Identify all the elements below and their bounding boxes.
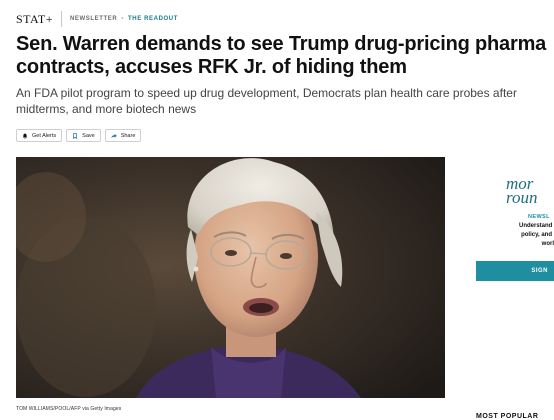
- bell-icon: [22, 133, 28, 139]
- share-button[interactable]: Share: [104, 129, 142, 142]
- share-label: Share: [120, 132, 136, 139]
- kicker-separator: •: [121, 16, 125, 22]
- newsletter-kicker: NEWSLETTER • THE READOUT: [70, 16, 178, 22]
- article-actions: Get Alerts Save Share: [16, 129, 142, 142]
- bookmark-icon: [72, 132, 78, 139]
- article-headline: Sen. Warren demands to see Trump drug-pr…: [16, 33, 547, 78]
- top-bar: STAT+ NEWSLETTER • THE READOUT: [16, 10, 178, 28]
- photo-credit: TOM WILLIAMS/POOL/AFP via Getty Images: [16, 406, 122, 412]
- newsletter-name-link[interactable]: THE READOUT: [128, 16, 178, 22]
- save-label: Save: [82, 132, 95, 139]
- stat-plus-logo[interactable]: STAT+: [16, 12, 53, 27]
- header-divider: [60, 11, 62, 27]
- share-arrow-icon: [111, 133, 117, 139]
- hero-photo-illustration: [16, 157, 445, 398]
- get-alerts-label: Get Alerts: [32, 132, 57, 139]
- sign-up-button[interactable]: SIGN: [476, 261, 554, 281]
- newsletter-promo: mor roun NEWSL Understand how policy, an…: [476, 157, 554, 282]
- section-label[interactable]: NEWSLETTER: [70, 16, 117, 22]
- article-dek: An FDA pilot program to speed up drug de…: [16, 86, 517, 116]
- promo-label: NEWSL: [528, 214, 550, 220]
- promo-text: Understand how policy, and med world ev: [518, 223, 554, 247]
- get-alerts-button[interactable]: Get Alerts: [16, 129, 63, 142]
- save-button[interactable]: Save: [66, 129, 101, 142]
- most-popular-heading: MOST POPULAR: [476, 413, 539, 420]
- hero-photo: [16, 157, 445, 398]
- promo-title: mor roun: [506, 174, 538, 207]
